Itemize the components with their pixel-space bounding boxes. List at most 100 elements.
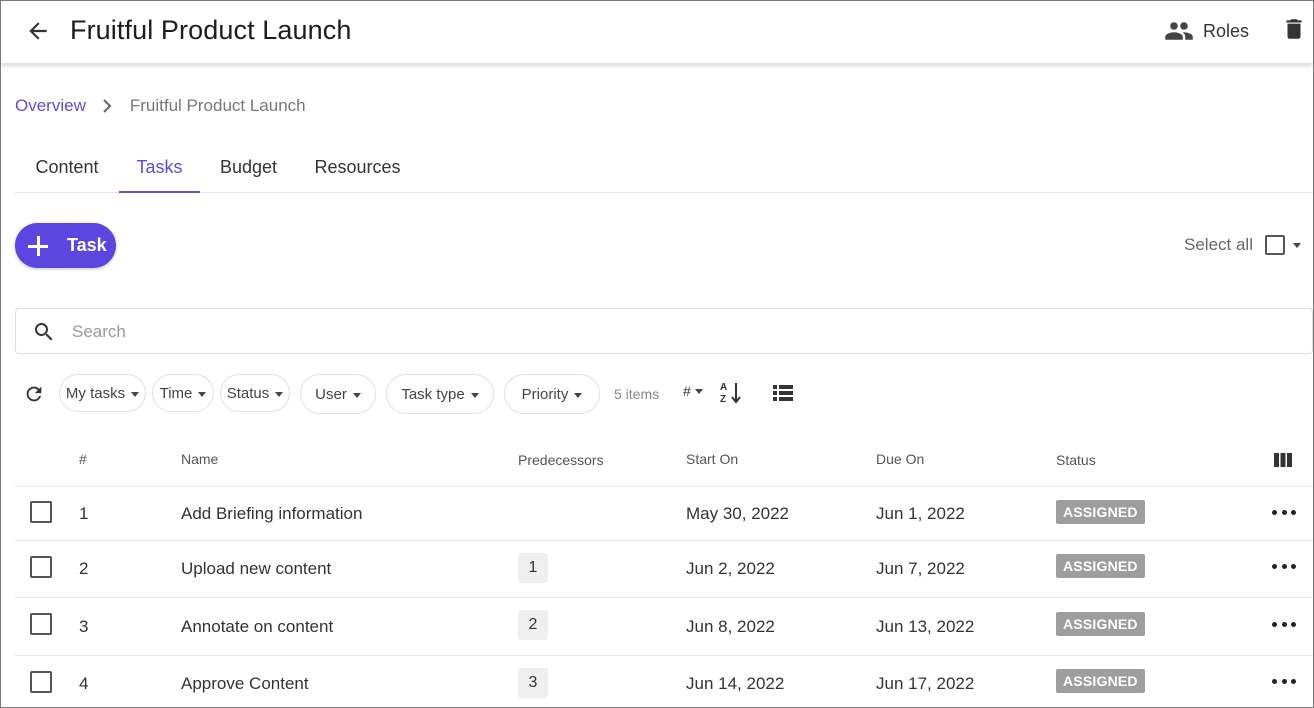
- people-icon: [1165, 22, 1193, 40]
- search-bar: [15, 308, 1313, 354]
- due-date: Jun 13, 2022: [876, 617, 975, 636]
- tab-resources[interactable]: Resources: [297, 147, 418, 193]
- select-all-checkbox[interactable]: [1264, 235, 1285, 255]
- page-title: Fruitful Product Launch: [70, 15, 352, 45]
- row-checkbox[interactable]: [30, 613, 52, 635]
- roles-button[interactable]: Roles: [1164, 16, 1249, 46]
- filter-bar: My tasks Time Status User Task type Prio…: [1, 373, 1313, 415]
- sort-az-icon[interactable]: A Z: [719, 380, 743, 406]
- start-date: May 30, 2022: [686, 504, 790, 523]
- due-date: Jun 1, 2022: [876, 504, 965, 523]
- list-view-icon[interactable]: [772, 383, 794, 403]
- back-button[interactable]: [23, 16, 53, 46]
- column-due-on[interactable]: Due On: [876, 451, 924, 467]
- filter-user[interactable]: User: [300, 374, 376, 414]
- more-options-icon[interactable]: [1272, 507, 1296, 517]
- table-row[interactable]: 4 Approve Content 3 Jun 14, 2022 Jun 17,…: [15, 656, 1313, 707]
- row-checkbox[interactable]: [30, 556, 52, 578]
- more-options-icon[interactable]: [1272, 619, 1296, 629]
- breadcrumb-current: Fruitful Product Launch: [129, 96, 306, 115]
- filter-status-label: Status: [226, 384, 270, 402]
- task-name[interactable]: Annotate on content: [181, 617, 333, 637]
- predecessor-badge[interactable]: 2: [518, 610, 548, 640]
- columns-icon[interactable]: [1273, 452, 1293, 468]
- caret-down-icon: [694, 388, 703, 394]
- filter-time-label: Time: [159, 384, 193, 402]
- row-number: 1: [79, 504, 89, 523]
- filter-status[interactable]: Status: [220, 374, 290, 412]
- tab-bar: Content Tasks Budget Resources: [15, 147, 1313, 193]
- arrow-left-icon: [29, 22, 47, 40]
- tab-tasks[interactable]: Tasks: [119, 147, 200, 193]
- filter-task-type[interactable]: Task type: [386, 374, 494, 414]
- row-number: 4: [79, 674, 89, 693]
- task-name[interactable]: Add Briefing information: [181, 504, 362, 524]
- predecessor-badge[interactable]: 1: [518, 553, 548, 583]
- search-input[interactable]: [72, 318, 1272, 346]
- task-name[interactable]: Upload new content: [181, 559, 331, 579]
- column-predecessors[interactable]: Predecessors: [518, 452, 604, 468]
- column-name[interactable]: Name: [181, 451, 218, 467]
- search-icon: [35, 323, 53, 341]
- add-task-label: Task: [67, 235, 107, 255]
- caret-down-icon: [1292, 242, 1301, 248]
- trash-icon: [1286, 19, 1302, 39]
- filter-user-label: User: [315, 385, 347, 403]
- window-frame: Fruitful Product Launch Roles Overview F…: [0, 0, 1314, 708]
- table-row[interactable]: 3 Annotate on content 2 Jun 8, 2022 Jun …: [15, 598, 1313, 656]
- more-options-icon[interactable]: [1272, 561, 1296, 571]
- column-status[interactable]: Status: [1056, 452, 1096, 468]
- sort-field-select[interactable]: #: [683, 383, 703, 399]
- svg-text:Z: Z: [720, 394, 726, 405]
- status-badge: ASSIGNED: [1056, 554, 1145, 578]
- select-all-label: Select all: [1184, 235, 1253, 254]
- caret-down-icon: [574, 392, 583, 398]
- svg-text:A: A: [720, 382, 727, 393]
- status-badge: ASSIGNED: [1056, 500, 1145, 524]
- row-number: 2: [79, 559, 89, 578]
- plus-icon: [27, 235, 49, 257]
- caret-down-icon: [352, 392, 361, 398]
- filter-my-tasks-label: My tasks: [65, 384, 126, 402]
- select-all-dropdown[interactable]: [1292, 242, 1301, 248]
- column-number[interactable]: #: [79, 451, 87, 467]
- delete-button[interactable]: [1281, 15, 1307, 43]
- sort-field-label: #: [683, 383, 691, 399]
- row-number: 3: [79, 617, 89, 636]
- start-date: Jun 2, 2022: [686, 559, 775, 578]
- breadcrumb-overview-link[interactable]: Overview: [15, 96, 86, 116]
- table-row[interactable]: 2 Upload new content 1 Jun 2, 2022 Jun 7…: [15, 541, 1313, 598]
- tab-content[interactable]: Content: [15, 147, 119, 193]
- add-task-button[interactable]: Task: [15, 223, 116, 268]
- due-date: Jun 7, 2022: [876, 559, 965, 578]
- app-bar: Fruitful Product Launch Roles: [1, 1, 1313, 64]
- task-name[interactable]: Approve Content: [181, 674, 309, 694]
- caret-down-icon: [131, 391, 140, 397]
- breadcrumb: Overview Fruitful Product Launch: [15, 96, 306, 116]
- row-checkbox[interactable]: [30, 671, 52, 693]
- table-header: # Name Predecessors Start On Due On Stat…: [15, 441, 1313, 487]
- due-date: Jun 17, 2022: [876, 674, 975, 693]
- filter-task-type-label: Task type: [401, 385, 465, 403]
- caret-down-icon: [275, 391, 284, 397]
- row-checkbox[interactable]: [30, 501, 52, 523]
- predecessor-badge[interactable]: 3: [518, 668, 548, 698]
- column-start-on[interactable]: Start On: [686, 451, 738, 467]
- caret-down-icon: [470, 392, 479, 398]
- filter-priority-label: Priority: [521, 385, 569, 403]
- refresh-icon[interactable]: [23, 383, 45, 405]
- tab-budget[interactable]: Budget: [200, 147, 297, 193]
- filter-my-tasks[interactable]: My tasks: [59, 374, 146, 412]
- start-date: Jun 8, 2022: [686, 617, 775, 636]
- status-badge: ASSIGNED: [1056, 612, 1145, 636]
- table-row[interactable]: 1 Add Briefing information May 30, 2022 …: [15, 487, 1313, 541]
- filter-time[interactable]: Time: [152, 374, 214, 412]
- status-badge: ASSIGNED: [1056, 669, 1145, 693]
- items-count: 5 items: [614, 386, 660, 402]
- roles-label: Roles: [1203, 20, 1250, 41]
- select-all: Select all: [1184, 235, 1301, 255]
- more-options-icon[interactable]: [1272, 676, 1296, 686]
- filter-priority[interactable]: Priority: [504, 374, 600, 414]
- caret-down-icon: [198, 391, 207, 397]
- chevron-right-icon: [100, 98, 114, 114]
